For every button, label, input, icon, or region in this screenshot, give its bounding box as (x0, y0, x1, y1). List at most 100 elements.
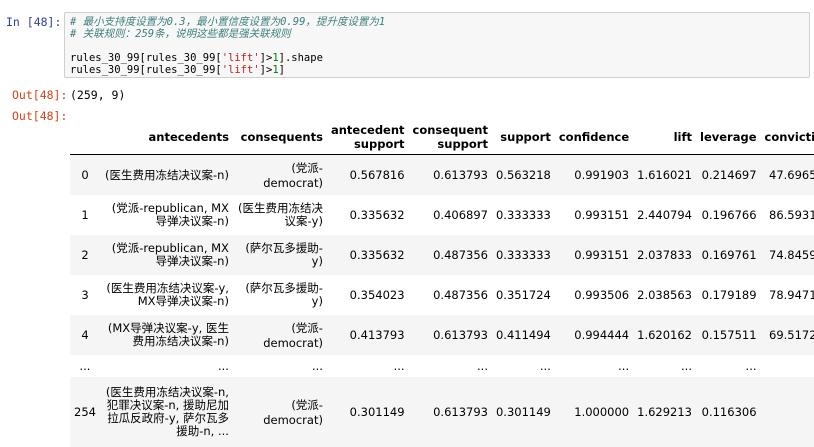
code-line-4-part-c: ] (278, 64, 285, 76)
header-consequents: consequents (232, 120, 327, 155)
cell-consequents: (党派-democrat) (263, 397, 323, 427)
cell-lift: 2.440794 (637, 207, 692, 222)
header-leverage: leverage (696, 120, 761, 155)
code-cell-input[interactable]: # 最小支持度设置为0.3，最小置信度设置为0.99，提升度设置为1 # 关联规… (64, 12, 810, 78)
row-index: 1 (81, 207, 89, 222)
code-line-3-part-b: ]> (259, 52, 273, 64)
cell-leverage: 0.169761 (701, 247, 757, 262)
cell-leverage: 0.196766 (701, 207, 757, 222)
cell-support: 0.411494 (495, 327, 551, 342)
row-index: 3 (81, 287, 89, 302)
cell-conviction: 69.517241 (769, 327, 814, 342)
input-prompt: In [48]: (6, 15, 62, 29)
cell-antecedent-support: 0.567816 (349, 167, 405, 182)
cell-antecedents: (党派-republican, MX导弹决议案-n) (111, 240, 229, 268)
cell-consequents: (医生费用冻结决议案-y) (237, 200, 323, 228)
cell-confidence: 0.993151 (574, 207, 630, 222)
code-line-3-part-a: rules_30_99[rules_30_99[ (70, 52, 222, 64)
dataframe-table: antecedents consequents antecedent suppor… (70, 120, 814, 447)
ellipsis-cell: ... (761, 355, 814, 377)
cell-consequent-support: 0.613793 (433, 167, 488, 182)
cell-lift: 1.629213 (637, 404, 692, 419)
ellipsis-cell: ... (477, 358, 488, 373)
cell-antecedents: (MX导弹决议案-y, 医生费用冻结决议案-n) (107, 320, 229, 348)
cell-confidence: 0.994444 (574, 327, 630, 342)
table-row: 2 (党派-republican, MX导弹决议案-n) (萨尔瓦多援助-y) … (70, 234, 814, 275)
cell-leverage: 0.214697 (701, 167, 757, 182)
shape-result: (259, 9) (70, 88, 126, 102)
ellipsis-cell: ... (539, 358, 551, 373)
ellipsis-cell: ... (681, 358, 692, 373)
cell-leverage: 0.157511 (701, 327, 757, 342)
code-line-4-part-a: rules_30_99[rules_30_99[ (70, 64, 222, 76)
cell-antecedents: (医生费用冻结决议案-n, 犯罪决议案-n, 援助尼加拉瓜反政府-y, 萨尔瓦多… (105, 384, 229, 438)
cell-conviction: inf (761, 377, 814, 447)
cell-antecedent-support: 0.354023 (349, 287, 405, 302)
cell-consequent-support: 0.406897 (433, 207, 488, 222)
ellipsis-cell: ... (618, 358, 630, 373)
cell-leverage: 0.179189 (701, 287, 757, 302)
ellipsis-cell: ... (393, 358, 405, 373)
cell-consequent-support: 0.613793 (433, 404, 488, 419)
header-index (70, 120, 100, 155)
cell-confidence: 1.000000 (574, 404, 630, 419)
header-conviction: conviction (760, 120, 814, 155)
header-lift: lift (633, 120, 696, 155)
cell-consequent-support: 0.613793 (433, 327, 488, 342)
table-row: 254 (医生费用冻结决议案-n, 犯罪决议案-n, 援助尼加拉瓜反政府-y, … (70, 376, 814, 447)
cell-support: 0.333333 (495, 207, 551, 222)
row-index: 4 (81, 327, 89, 342)
cell-lift: 2.038563 (637, 287, 692, 302)
header-consequent-support: consequent support (408, 120, 492, 155)
output-prompt-2: Out[48]: (12, 109, 68, 123)
cell-consequents: (萨尔瓦多援助-y) (245, 280, 323, 308)
header-antecedent-support: antecedent support (326, 120, 409, 155)
ellipsis-cell: ... (745, 358, 757, 373)
cell-antecedent-support: 0.335632 (349, 247, 405, 262)
cell-consequents: (萨尔瓦多援助-y) (245, 240, 323, 268)
cell-support: 0.563218 (495, 167, 551, 182)
code-comment-2: # 关联规则：259条，说明这些都是强关联规则 (70, 28, 291, 40)
cell-antecedent-support: 0.413793 (349, 327, 405, 342)
header-support: support (491, 120, 555, 155)
table-row: 4 (MX导弹决议案-y, 医生费用冻结决议案-n) (党派-democrat)… (70, 314, 814, 355)
row-index: 2 (81, 247, 89, 262)
table-row: 3 (医生费用冻结决议案-y, MX导弹决议案-n) (萨尔瓦多援助-y) 0.… (70, 275, 814, 315)
cell-consequents: (党派-democrat) (263, 320, 323, 350)
cell-support: 0.301149 (495, 404, 551, 419)
cell-antecedents: (党派-republican, MX导弹决议案-n) (111, 200, 229, 228)
cell-conviction: 78.947126 (769, 287, 814, 302)
cell-conviction: 86.593103 (769, 207, 814, 222)
cell-antecedent-support: 0.301149 (349, 404, 405, 419)
table-header-row: antecedents consequents antecedent suppor… (70, 120, 814, 155)
code-line-4-string: 'lift' (221, 64, 260, 76)
code-line-4-part-b: ]> (259, 64, 273, 76)
cell-consequent-support: 0.487356 (433, 287, 488, 302)
code-comment-1: # 最小支持度设置为0.3，最小置信度设置为0.99，提升度设置为1 (70, 16, 386, 28)
cell-antecedents: (医生费用冻结决议案-y, MX导弹决议案-n) (106, 280, 229, 308)
cell-support: 0.351724 (495, 287, 551, 302)
output-prompt-1: Out[48]: (12, 88, 68, 102)
ellipsis-cell: ... (311, 358, 323, 373)
cell-consequents: (党派-democrat) (263, 160, 323, 190)
cell-confidence: 0.993506 (574, 287, 630, 302)
cell-confidence: 0.993151 (574, 247, 630, 262)
cell-leverage: 0.116306 (701, 404, 757, 419)
cell-antecedent-support: 0.335632 (349, 207, 405, 222)
table-ellipsis-row: ... ... ... ... ... ... ... ... ... ... (70, 355, 814, 377)
cell-lift: 1.620162 (637, 327, 692, 342)
cell-antecedents: (医生费用冻结决议案-n) (105, 167, 229, 182)
cell-conviction: 74.845977 (769, 247, 814, 262)
ellipsis-cell: ... (79, 358, 91, 373)
cell-lift: 1.616021 (637, 167, 692, 182)
code-line-3-string: 'lift' (221, 52, 260, 64)
code-line-3-part-c: ].shape (278, 52, 323, 64)
row-index: 254 (74, 404, 96, 419)
cell-conviction: 47.696552 (769, 167, 814, 182)
header-confidence: confidence (554, 120, 634, 155)
table-row: 1 (党派-republican, MX导弹决议案-n) (医生费用冻结决议案-… (70, 195, 814, 235)
cell-lift: 2.037833 (637, 247, 692, 262)
cell-consequent-support: 0.487356 (433, 247, 488, 262)
cell-confidence: 0.991903 (574, 167, 630, 182)
table-row: 0 (医生费用冻结决议案-n) (党派-democrat) 0.567816 0… (70, 154, 814, 195)
